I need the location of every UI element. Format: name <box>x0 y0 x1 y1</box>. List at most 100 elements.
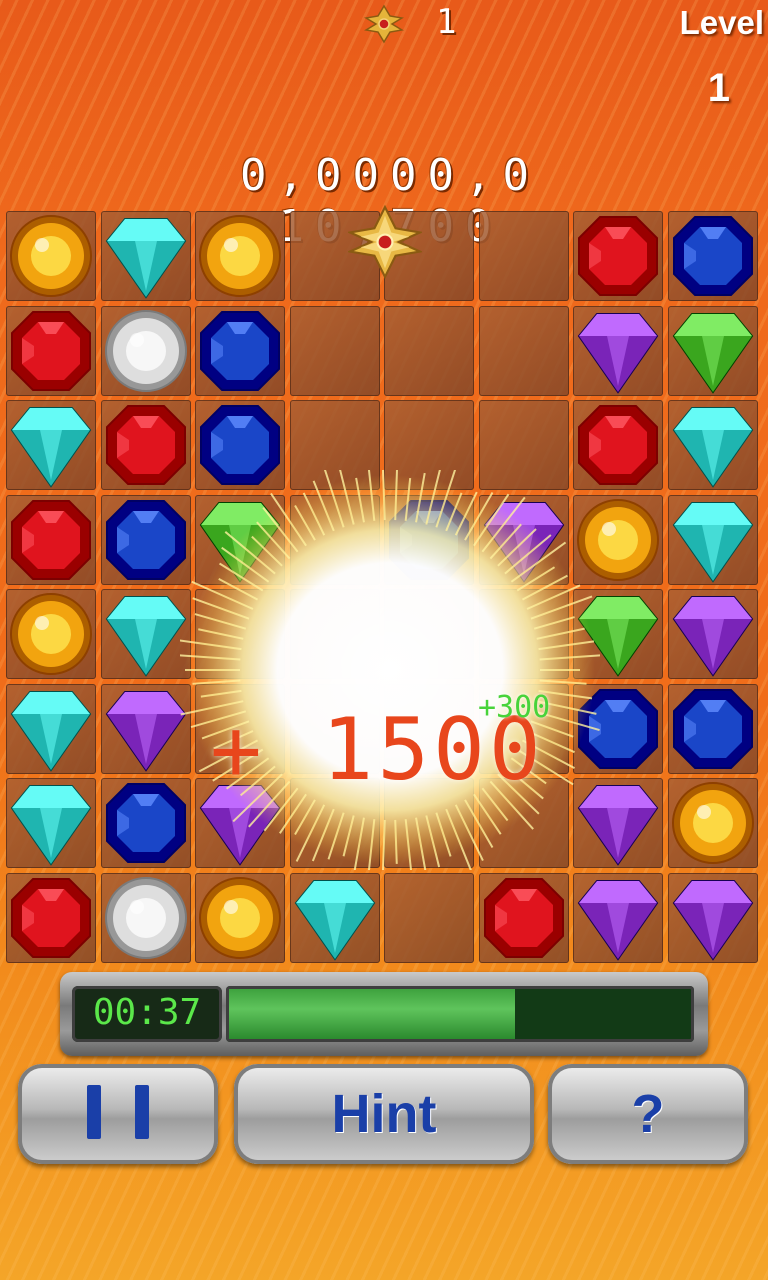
hint-button[interactable]: Hint <box>234 1064 534 1164</box>
teal-diamond-gem-icon <box>10 785 92 866</box>
blue-octagon-gem-icon <box>578 689 658 769</box>
teal-diamond-gem-icon <box>105 596 187 677</box>
board-cell[interactable] <box>573 873 663 963</box>
board-cell[interactable] <box>6 211 96 301</box>
time-progress-bar <box>226 986 694 1042</box>
green-diamond-gem-icon <box>672 313 754 394</box>
board-cell[interactable] <box>290 873 380 963</box>
board-cell[interactable] <box>479 306 569 396</box>
board-cell[interactable] <box>195 873 285 963</box>
board-cell[interactable] <box>195 211 285 301</box>
help-button[interactable]: ? <box>548 1064 748 1164</box>
board-cell[interactable] <box>668 495 758 585</box>
time-progress-fill <box>229 989 515 1039</box>
gold-cross-medal-icon <box>364 4 404 44</box>
board-cell[interactable] <box>384 495 474 585</box>
yellow-round-gem-icon <box>672 782 754 864</box>
board-cell[interactable] <box>101 589 191 679</box>
board-cell[interactable] <box>479 211 569 301</box>
board-cell[interactable] <box>6 778 96 868</box>
board-cell[interactable] <box>668 778 758 868</box>
board-cell[interactable] <box>6 589 96 679</box>
pause-button[interactable] <box>18 1064 218 1164</box>
green-diamond-gem-icon <box>199 502 281 583</box>
teal-diamond-gem-icon <box>10 407 92 488</box>
board-cell[interactable] <box>479 873 569 963</box>
board-cell[interactable] <box>573 400 663 490</box>
board-cell[interactable] <box>101 873 191 963</box>
teal-diamond-gem-icon <box>10 691 92 772</box>
yellow-round-gem-icon <box>199 215 281 297</box>
board-cell[interactable] <box>101 211 191 301</box>
board-cell[interactable] <box>6 306 96 396</box>
board-cell[interactable] <box>668 211 758 301</box>
teal-diamond-gem-icon <box>672 407 754 488</box>
board-cell[interactable] <box>384 306 474 396</box>
board-cell[interactable] <box>384 400 474 490</box>
board-cell[interactable] <box>573 684 663 774</box>
board-cell[interactable] <box>101 306 191 396</box>
level-label: Level <box>679 4 764 41</box>
board-cell[interactable] <box>290 495 380 585</box>
teal-diamond-gem-icon <box>294 880 376 961</box>
board-cell[interactable] <box>195 495 285 585</box>
board-cell[interactable] <box>668 306 758 396</box>
yellow-round-gem-icon <box>10 593 92 675</box>
blue-octagon-gem-icon <box>389 500 469 580</box>
board-cell[interactable] <box>479 400 569 490</box>
red-octagon-gem-icon <box>484 878 564 958</box>
board-cell[interactable] <box>573 211 663 301</box>
help-button-label: ? <box>631 1084 665 1144</box>
board-cell[interactable] <box>101 495 191 585</box>
board-cell[interactable] <box>573 589 663 679</box>
timer-panel: 00:37 <box>60 972 708 1056</box>
white-round-gem-icon <box>105 310 187 392</box>
board-cell[interactable] <box>479 495 569 585</box>
board-cell[interactable] <box>573 495 663 585</box>
board-cell[interactable] <box>6 873 96 963</box>
board-cell[interactable] <box>384 873 474 963</box>
board-cell[interactable] <box>6 495 96 585</box>
board-cell[interactable] <box>668 684 758 774</box>
board-cell[interactable] <box>195 400 285 490</box>
board-cell[interactable] <box>479 589 569 679</box>
board-cell[interactable] <box>384 589 474 679</box>
white-round-gem-icon <box>105 877 187 959</box>
board-cell[interactable] <box>668 589 758 679</box>
board-cell[interactable] <box>195 306 285 396</box>
yellow-round-gem-icon <box>199 877 281 959</box>
yellow-round-gem-icon <box>10 215 92 297</box>
blue-octagon-gem-icon <box>200 311 280 391</box>
timer-text: 00:37 <box>92 992 202 1033</box>
green-diamond-gem-icon <box>577 596 659 677</box>
board-cell[interactable] <box>101 400 191 490</box>
board-cell[interactable] <box>6 684 96 774</box>
purple-diamond-gem-icon <box>672 880 754 961</box>
red-octagon-gem-icon <box>11 311 91 391</box>
board-cell[interactable] <box>573 306 663 396</box>
medal-count: 1 <box>436 2 457 42</box>
board-cell[interactable] <box>668 873 758 963</box>
teal-diamond-gem-icon <box>105 218 187 299</box>
board-cell[interactable] <box>195 589 285 679</box>
board-cell[interactable] <box>668 400 758 490</box>
pause-icon <box>70 1085 166 1143</box>
board-cell[interactable] <box>101 684 191 774</box>
purple-diamond-gem-icon <box>577 785 659 866</box>
blue-octagon-gem-icon <box>106 500 186 580</box>
blue-octagon-gem-icon <box>673 689 753 769</box>
hint-button-label: Hint <box>331 1084 437 1144</box>
board-cell[interactable] <box>290 400 380 490</box>
red-octagon-gem-icon <box>11 878 91 958</box>
purple-diamond-gem-icon <box>483 502 565 583</box>
board-cell[interactable] <box>101 778 191 868</box>
small-bonus-popup: +300 <box>478 690 551 725</box>
purple-diamond-gem-icon <box>577 880 659 961</box>
board-cell[interactable] <box>573 778 663 868</box>
game-board <box>6 205 764 969</box>
board-cell[interactable] <box>6 400 96 490</box>
timer-display: 00:37 <box>72 986 222 1042</box>
blue-octagon-gem-icon <box>200 405 280 485</box>
board-cell[interactable] <box>290 306 380 396</box>
board-cell[interactable] <box>290 589 380 679</box>
